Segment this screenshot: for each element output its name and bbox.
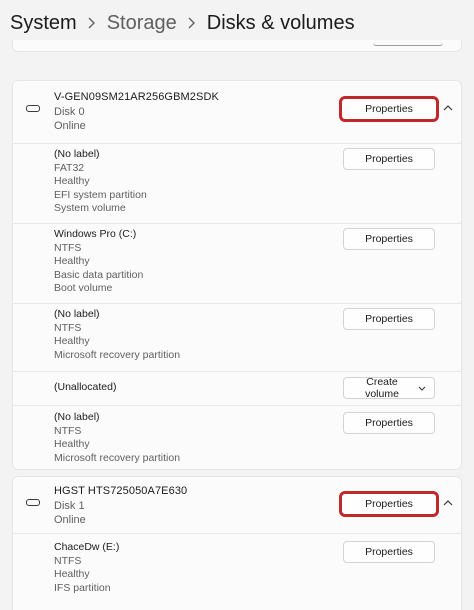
volume-row: Windows Pro (C:) NTFS Healthy Basic data… (13, 223, 461, 303)
create-volume-label: Create volume (365, 376, 399, 400)
volume-info: (No label) FAT32 Healthy EFI system part… (54, 148, 147, 216)
volume-filesystem: NTFS (54, 554, 82, 567)
volume-info: (No label) NTFS Healthy Microsoft recove… (54, 308, 180, 362)
volume-name: (No label) (54, 148, 100, 160)
previous-section-edge (12, 40, 462, 52)
volume-filesystem: FAT32 (54, 161, 85, 174)
volume-filesystem: NTFS (54, 321, 82, 334)
volume-properties-button[interactable]: Properties (343, 308, 435, 330)
chevron-up-icon[interactable] (443, 105, 453, 113)
volume-properties-button[interactable]: Properties (343, 228, 435, 250)
disks-volumes-page: System Storage Disks & volumes V-GEN09SM… (0, 0, 474, 610)
chevron-right-icon (177, 17, 207, 29)
volume-name: (No label) (54, 411, 100, 423)
page-title: Disks & volumes (206, 11, 355, 34)
volume-filesystem: NTFS (54, 241, 82, 254)
volume-info: (Unallocated) (54, 381, 116, 395)
chevron-up-icon[interactable] (443, 500, 453, 508)
disk-info: V-GEN09SM21AR256GBM2SDK Disk 0 Online (54, 90, 219, 133)
volume-type: Basic data partition (54, 268, 144, 281)
volume-properties-button[interactable]: Properties (343, 541, 435, 563)
volume-row: (No label) NTFS Healthy Microsoft recove… (13, 303, 461, 371)
chevron-down-icon (418, 386, 426, 391)
volume-filesystem: NTFS (54, 424, 82, 437)
drive-icon (26, 105, 40, 112)
disk-properties-button[interactable]: Properties (341, 98, 437, 120)
disk-properties-button[interactable]: Properties (341, 493, 437, 515)
breadcrumb-storage[interactable]: Storage (107, 12, 177, 35)
volume-health: Healthy (54, 255, 90, 267)
disk-name: V-GEN09SM21AR256GBM2SDK (54, 91, 219, 103)
volume-name: (No label) (54, 308, 100, 320)
volume-name: ChaceDw (E:) (54, 541, 120, 553)
disk-panel-1: HGST HTS725050A7E630 Disk 1 Online Prope… (12, 476, 462, 610)
volume-type: Microsoft recovery partition (54, 451, 181, 464)
drive-icon (26, 499, 40, 506)
volume-health: Healthy (54, 335, 90, 347)
volume-row: (No label) NTFS Healthy Microsoft recove… (13, 405, 461, 469)
disk-info: HGST HTS725050A7E630 Disk 1 Online (54, 484, 187, 527)
volume-health: Healthy (54, 568, 90, 580)
disk-number: Disk 1 (54, 500, 85, 512)
disk-panel-0: V-GEN09SM21AR256GBM2SDK Disk 0 Online Pr… (12, 80, 462, 470)
previous-control-edge (373, 42, 443, 46)
disk-name: HGST HTS725050A7E630 (54, 485, 188, 497)
volume-row: ChaceDw (E:) NTFS Healthy IFS partition … (13, 533, 461, 610)
volume-health: Healthy (54, 438, 90, 450)
disk-status: Online (54, 514, 86, 526)
volume-properties-button[interactable]: Properties (343, 148, 435, 170)
volume-type: EFI system partition (54, 188, 147, 201)
volume-name: Windows Pro (C:) (54, 228, 137, 240)
volume-type: IFS partition (54, 581, 111, 594)
disk-header[interactable]: HGST HTS725050A7E630 Disk 1 Online Prope… (13, 477, 461, 533)
volume-info: (No label) NTFS Healthy Microsoft recove… (54, 411, 180, 465)
volume-properties-button[interactable]: Properties (343, 412, 435, 434)
volume-info: Windows Pro (C:) NTFS Healthy Basic data… (54, 228, 143, 296)
volume-row: (No label) FAT32 Healthy EFI system part… (13, 143, 461, 223)
disk-header[interactable]: V-GEN09SM21AR256GBM2SDK Disk 0 Online Pr… (13, 81, 461, 143)
breadcrumb-system[interactable]: System (10, 12, 77, 35)
volume-name: (Unallocated) (54, 381, 117, 393)
volume-info: ChaceDw (E:) NTFS Healthy IFS partition (54, 541, 119, 595)
create-volume-button[interactable]: Create volume (343, 376, 435, 400)
volume-row-unallocated: (Unallocated) Create volume (13, 371, 461, 405)
volume-role: Boot volume (54, 282, 113, 294)
volume-health: Healthy (54, 175, 90, 187)
chevron-right-icon (77, 17, 107, 29)
disk-status: Online (54, 120, 86, 132)
disk-number: Disk 0 (54, 106, 85, 118)
volume-type: Microsoft recovery partition (54, 348, 181, 361)
volume-role: System volume (54, 202, 126, 214)
breadcrumb: System Storage Disks & volumes (10, 8, 355, 38)
